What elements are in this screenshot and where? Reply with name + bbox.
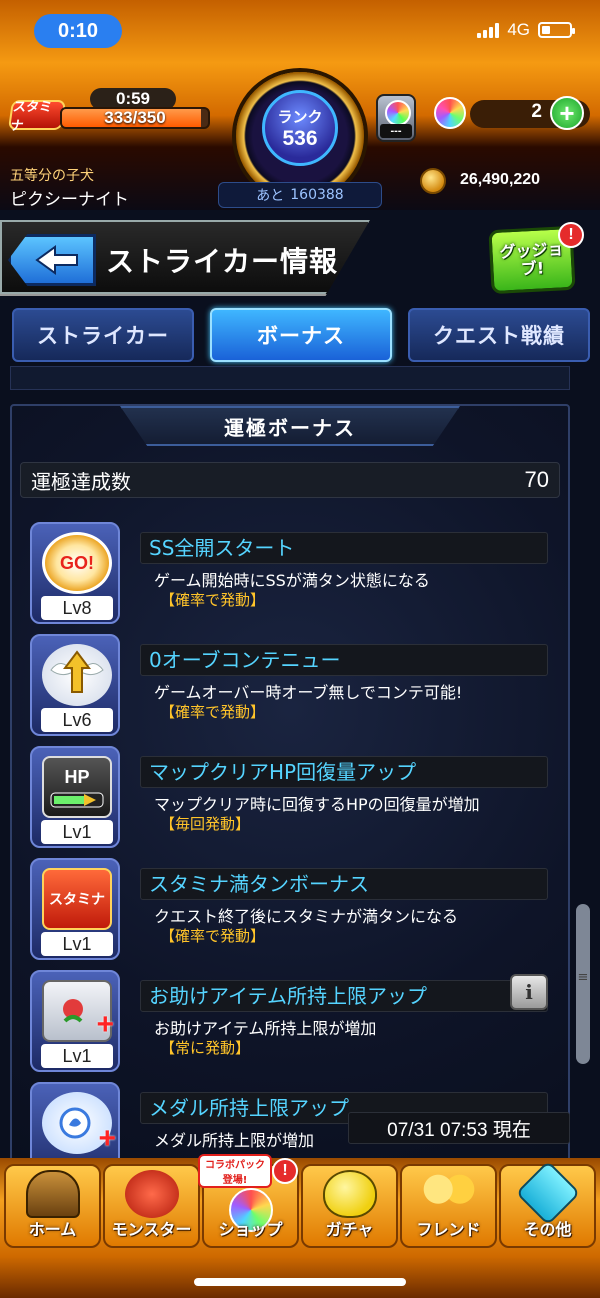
rank-next-prefix: あと: [256, 188, 285, 204]
tab-striker[interactable]: ストライカー: [12, 308, 194, 362]
bonus-level: Lv8: [41, 596, 113, 620]
signal-icon: [477, 22, 500, 38]
bonus-desc: ゲームオーバー時オーブ無しでコンテ可能!: [154, 683, 463, 702]
add-orb-button[interactable]: +: [550, 96, 584, 130]
nav-label: フレンド: [416, 1220, 481, 1239]
collab-badge-line1: コラボパック: [205, 1160, 265, 1171]
bonus-desc: お助けアイテム所持上限が増加: [154, 1019, 377, 1038]
rank-badge[interactable]: ランク 536: [262, 90, 338, 166]
bonus-name: スタミナ満タンボーナス: [140, 868, 548, 900]
user-name: ピクシーナイト: [10, 190, 129, 210]
bonus-badge: HP Lv1: [30, 746, 120, 848]
rank-label: ランク: [277, 107, 323, 126]
collab-pack-badge: コラボパック 登場!: [198, 1154, 272, 1188]
orb-icon: [434, 97, 466, 129]
hp-gauge-icon: HP: [42, 756, 112, 818]
timestamp: 07/31 07:53 現在: [348, 1112, 570, 1144]
bonus-trigger: 【確率で発動】: [160, 703, 266, 721]
panel-top-strip: [10, 366, 570, 390]
bonus-trigger: 【毎回発動】: [160, 815, 251, 833]
back-arrow-icon: [35, 245, 78, 275]
nav-other[interactable]: その他: [499, 1160, 596, 1248]
bonus-trigger: 【確率で発動】: [160, 927, 266, 945]
nav-home[interactable]: ホーム: [4, 1164, 101, 1248]
home-gate-icon: [25, 1170, 80, 1218]
shop-alert-badge: !: [272, 1158, 298, 1184]
home-indicator[interactable]: [194, 1278, 406, 1286]
bonus-level: Lv1: [41, 1044, 113, 1068]
nav-label: ホーム: [28, 1220, 77, 1239]
tab-bar: ストライカー ボーナス クエスト戦績: [12, 308, 590, 362]
info-button[interactable]: i: [510, 974, 548, 1010]
scrollbar[interactable]: [576, 904, 590, 1064]
network-type: 4G: [507, 20, 530, 39]
rank-next-value: 160388: [290, 187, 344, 203]
bonus-desc: ゲーム開始時にSSが満タン状態になる: [154, 571, 430, 590]
gacha-egg-icon: [322, 1170, 377, 1218]
bonus-level: Lv1: [41, 820, 113, 844]
bonus-badge: + Lv1: [30, 970, 120, 1072]
hp-text: HP: [64, 766, 90, 787]
bonus-badge: GO! Lv8: [30, 522, 120, 624]
bonus-badge: スタミナ Lv1: [30, 858, 120, 960]
stamina-count: 333/350: [104, 108, 166, 127]
bonus-trigger: 【確率で発動】: [160, 591, 266, 609]
status-indicators: 4G: [477, 20, 575, 40]
nav-label: ショップ: [218, 1220, 283, 1239]
bonus-item: HP Lv1 マップクリアHP回復量アップ マップクリア時に回復するHPの回復量…: [30, 746, 570, 848]
bonus-name: お助けアイテム所持上限アップ: [140, 980, 548, 1012]
count-label: 運極達成数: [31, 469, 131, 494]
friend-balloons-icon: [421, 1170, 476, 1218]
battery-icon: [538, 22, 575, 38]
collab-badge-line2: 登場!: [222, 1175, 248, 1186]
count-value: 70: [524, 467, 549, 492]
medal-plus-icon: +: [42, 1092, 116, 1155]
nav-label: モンスター: [111, 1220, 192, 1239]
nav-label: ガチャ: [325, 1220, 374, 1239]
status-time: 0:10: [34, 14, 122, 48]
plus-icon: +: [98, 1122, 116, 1155]
bonus-level: Lv1: [41, 932, 113, 956]
winged-arrow-icon: [42, 644, 112, 706]
helper-item-plus-icon: +: [42, 980, 114, 1042]
good-job-alert-badge: !: [558, 222, 584, 248]
capsule-count: ---: [380, 124, 412, 138]
nav-label: その他: [523, 1220, 572, 1239]
nav-gacha[interactable]: ガチャ: [301, 1164, 398, 1248]
bonus-desc: クエスト終了後にスタミナが満タンになる: [154, 907, 459, 926]
go-burst-icon: GO!: [42, 532, 112, 594]
bonus-name: SS全開スタート: [140, 532, 548, 564]
bonus-name: 0オーブコンテニュー: [140, 644, 548, 676]
bonus-item: Lv6 0オーブコンテニュー ゲームオーバー時オーブ無しでコンテ可能! 【確率で…: [30, 634, 570, 736]
bottom-nav-row: ホーム モンスター ショップ ガチャ フレンド その他: [4, 1160, 596, 1248]
gold-amount: 26,490,220: [460, 171, 541, 188]
gold-coin-icon: [420, 168, 446, 194]
nav-monster[interactable]: モンスター: [103, 1164, 200, 1248]
bonus-badge: +: [30, 1082, 120, 1158]
luck-max-count-row: 運極達成数 70: [20, 462, 560, 498]
orb-count: 2: [531, 101, 542, 122]
page-title: ストライカー情報: [106, 245, 339, 278]
bonus-item: スタミナ Lv1 スタミナ満タンボーナス クエスト終了後にスタミナが満タンになる…: [30, 858, 570, 960]
plus-icon: +: [96, 1008, 114, 1041]
bonus-desc: メダル所持上限が増加: [154, 1131, 315, 1150]
tab-bonus[interactable]: ボーナス: [210, 308, 392, 362]
nav-friend[interactable]: フレンド: [400, 1164, 497, 1248]
monster-dragon-icon: [124, 1170, 179, 1218]
stamina-label: スタミナ: [7, 100, 67, 134]
user-title: 五等分の子犬: [10, 168, 94, 184]
bonus-badge: Lv6: [30, 634, 120, 736]
bonus-name: マップクリアHP回復量アップ: [140, 756, 548, 788]
bonus-level: Lv6: [41, 708, 113, 732]
bonus-desc: マップクリア時に回復するHPの回復量が増加: [154, 795, 480, 814]
tab-quest-record[interactable]: クエスト戦績: [408, 308, 590, 362]
panel-title: 運極ボーナス: [120, 406, 460, 446]
bonus-item: GO! Lv8 SS全開スタート ゲーム開始時にSSが満タン状態になる 【確率で…: [30, 522, 570, 624]
bonus-item: + Lv1 お助けアイテム所持上限アップ i お助けアイテム所持上限が増加 【常…: [30, 970, 570, 1072]
stamina-gauge-icon: スタミナ: [42, 868, 112, 930]
rank-value: 536: [282, 126, 318, 150]
bonus-trigger: 【常に発動】: [160, 1039, 251, 1057]
rank-next-exp: あと 160388: [218, 182, 382, 208]
